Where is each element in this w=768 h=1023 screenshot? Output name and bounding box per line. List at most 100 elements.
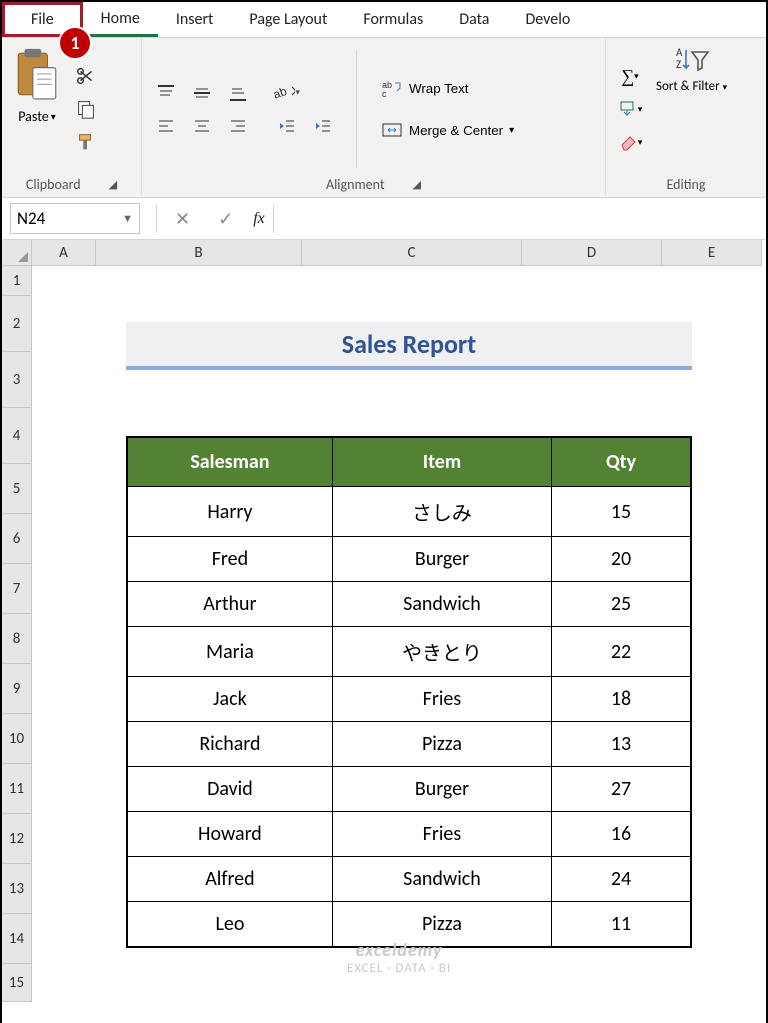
cell-salesman[interactable]: Arthur: [127, 582, 332, 627]
name-box[interactable]: N24 ▼: [10, 203, 140, 234]
row-header[interactable]: 11: [2, 764, 32, 814]
cell-item[interactable]: Pizza: [332, 722, 551, 767]
align-bottom-button[interactable]: [222, 78, 254, 108]
column-header[interactable]: B: [96, 240, 302, 266]
align-right-button[interactable]: [222, 111, 254, 141]
cell-item[interactable]: Sandwich: [332, 582, 551, 627]
paste-button[interactable]: [10, 44, 64, 108]
cell-salesman[interactable]: Maria: [127, 627, 332, 677]
column-header[interactable]: A: [32, 240, 96, 266]
cell-salesman[interactable]: Fred: [127, 537, 332, 582]
align-left-button[interactable]: [150, 111, 182, 141]
align-top-button[interactable]: [150, 78, 182, 108]
dialog-launcher-icon[interactable]: ◢: [109, 178, 117, 191]
row-header[interactable]: 14: [2, 914, 32, 964]
align-middle-button[interactable]: [186, 78, 218, 108]
header-salesman[interactable]: Salesman: [127, 437, 332, 487]
table-row[interactable]: Mariaやきとり22: [127, 627, 691, 677]
fx-label[interactable]: fx: [247, 210, 265, 228]
cell-salesman[interactable]: David: [127, 767, 332, 812]
row-header[interactable]: 2: [2, 296, 32, 352]
cell-qty[interactable]: 13: [552, 722, 691, 767]
sort-filter-button[interactable]: AZ Sort & Filter ▾: [656, 44, 727, 174]
cell-qty[interactable]: 15: [552, 487, 691, 537]
column-header[interactable]: C: [302, 240, 522, 266]
table-row[interactable]: DavidBurger27: [127, 767, 691, 812]
cell-salesman[interactable]: Richard: [127, 722, 332, 767]
table-row[interactable]: JackFries18: [127, 677, 691, 722]
table-row[interactable]: RichardPizza13: [127, 722, 691, 767]
header-item[interactable]: Item: [332, 437, 551, 487]
tab-page-layout[interactable]: Page Layout: [231, 2, 345, 37]
table-row[interactable]: FredBurger20: [127, 537, 691, 582]
tab-formulas[interactable]: Formulas: [345, 2, 441, 37]
table-row[interactable]: ArthurSandwich25: [127, 582, 691, 627]
row-header[interactable]: 4: [2, 408, 32, 464]
row-header[interactable]: 6: [2, 514, 32, 564]
cell-item[interactable]: Burger: [332, 537, 551, 582]
wrap-text-button[interactable]: abc Wrap Text: [375, 74, 520, 102]
row-header[interactable]: 8: [2, 614, 32, 664]
cell-qty[interactable]: 24: [552, 857, 691, 902]
cell-item[interactable]: Sandwich: [332, 857, 551, 902]
cell-salesman[interactable]: Leo: [127, 902, 332, 948]
clear-button[interactable]: ▾: [614, 127, 646, 157]
row-header[interactable]: 13: [2, 864, 32, 914]
cell-qty[interactable]: 11: [552, 902, 691, 948]
table-row[interactable]: HowardFries16: [127, 812, 691, 857]
accept-formula-button[interactable]: ✓: [204, 208, 247, 230]
format-painter-button[interactable]: [70, 127, 102, 157]
cell-salesman[interactable]: Alfred: [127, 857, 332, 902]
orientation-button[interactable]: ab▾: [270, 78, 302, 108]
svg-text:Z: Z: [676, 58, 681, 71]
table-row[interactable]: AlfredSandwich24: [127, 857, 691, 902]
cell-qty[interactable]: 25: [552, 582, 691, 627]
formula-bar-input[interactable]: [273, 205, 766, 233]
cell-qty[interactable]: 27: [552, 767, 691, 812]
header-qty[interactable]: Qty: [552, 437, 691, 487]
group-alignment: ab▾ abc Wrap Text Merge & Center ▾ A: [142, 38, 606, 197]
merge-center-button[interactable]: Merge & Center ▾: [375, 116, 520, 144]
increase-indent-button[interactable]: [306, 111, 338, 141]
autosum-button[interactable]: ∑▾: [614, 61, 646, 91]
cell-salesman[interactable]: Howard: [127, 812, 332, 857]
cancel-formula-button[interactable]: ✕: [161, 208, 204, 230]
cell-salesman[interactable]: Jack: [127, 677, 332, 722]
cell-item[interactable]: Burger: [332, 767, 551, 812]
row-header[interactable]: 5: [2, 464, 32, 514]
cell-qty[interactable]: 22: [552, 627, 691, 677]
dialog-launcher-icon[interactable]: ◢: [413, 178, 421, 191]
row-header[interactable]: 10: [2, 714, 32, 764]
column-header[interactable]: E: [662, 240, 762, 266]
row-header[interactable]: 3: [2, 352, 32, 408]
column-header[interactable]: D: [522, 240, 662, 266]
cell-item[interactable]: さしみ: [332, 487, 551, 537]
select-all-corner[interactable]: [2, 240, 32, 266]
cell-qty[interactable]: 18: [552, 677, 691, 722]
cell-qty[interactable]: 20: [552, 537, 691, 582]
align-center-button[interactable]: [186, 111, 218, 141]
table-row[interactable]: Harryさしみ15: [127, 487, 691, 537]
cells-area[interactable]: Sales Report Salesman Item Qty Harryさしみ1…: [32, 266, 766, 1023]
row-header[interactable]: 9: [2, 664, 32, 714]
tab-data[interactable]: Data: [441, 2, 507, 37]
cut-button[interactable]: [70, 61, 102, 91]
row-header[interactable]: 15: [2, 964, 32, 1002]
row-header[interactable]: 7: [2, 564, 32, 614]
decrease-indent-button[interactable]: [270, 111, 302, 141]
cell-salesman[interactable]: Harry: [127, 487, 332, 537]
cell-item[interactable]: Fries: [332, 812, 551, 857]
tab-insert[interactable]: Insert: [158, 2, 232, 37]
tab-developer[interactable]: Develo: [507, 2, 588, 37]
tab-home[interactable]: Home: [83, 2, 158, 37]
chevron-down-icon[interactable]: ▼: [122, 212, 133, 225]
fill-button[interactable]: ▾: [614, 94, 646, 124]
row-header[interactable]: 1: [2, 266, 32, 296]
cell-item[interactable]: やきとり: [332, 627, 551, 677]
spreadsheet-grid[interactable]: ABCDE 123456789101112131415 Sales Report…: [2, 240, 766, 1023]
paste-label[interactable]: Paste▾: [18, 108, 56, 125]
cell-item[interactable]: Fries: [332, 677, 551, 722]
row-header[interactable]: 12: [2, 814, 32, 864]
copy-button[interactable]: [70, 94, 102, 124]
cell-qty[interactable]: 16: [552, 812, 691, 857]
